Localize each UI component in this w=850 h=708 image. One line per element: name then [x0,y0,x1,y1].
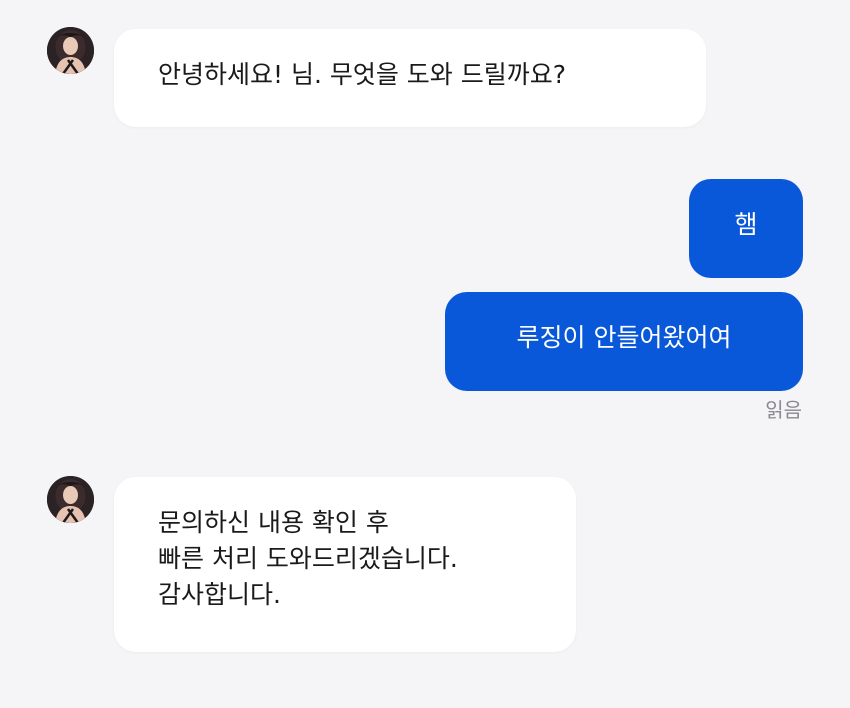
agent-message-bubble: 안녕하세요! 님. 무엇을 도와 드릴까요? [114,29,706,127]
profile-photo-icon [47,27,94,74]
agent-avatar-icon[interactable] [47,476,94,523]
read-receipt: 읽음 [765,398,802,422]
agent-avatar-icon[interactable] [47,27,94,74]
agent-message-bubble: 문의하신 내용 확인 후 빠른 처리 도와드리겠습니다. 감사합니다. [114,477,576,652]
profile-photo-icon [47,476,94,523]
user-message-bubble: 루징이 안들어왔어여 [445,292,803,391]
user-message-bubble: 햄 [689,179,803,278]
